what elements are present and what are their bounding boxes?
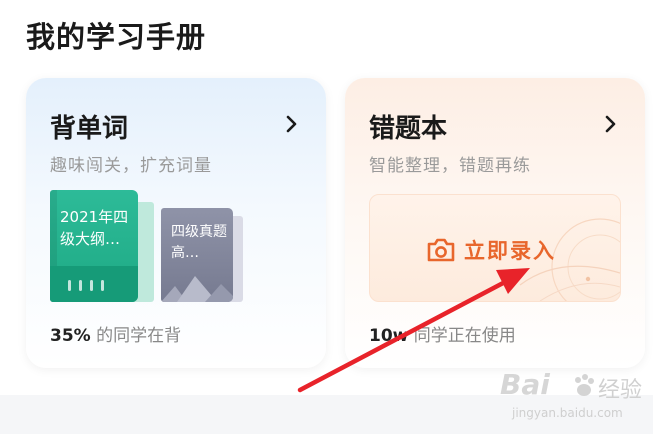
book-cover-cet4-outline[interactable]: 2021年四级大纲… bbox=[50, 190, 138, 302]
book-decoration bbox=[68, 280, 104, 291]
vocab-card-title: 背单词 bbox=[50, 114, 129, 144]
mistake-card-footer: 10w 同学正在使用 bbox=[369, 321, 516, 346]
watermark-logo: Bai bbox=[500, 368, 550, 401]
book-cover-cet4-exams[interactable]: 四级真题高… bbox=[161, 208, 233, 302]
mistake-card-subtitle: 智能整理，错题再练 bbox=[369, 156, 531, 176]
watermark: Bai 经验 jingyan.baidu.com bbox=[500, 368, 650, 428]
paw-icon bbox=[575, 374, 594, 396]
record-now-button[interactable]: 立即录入 bbox=[369, 194, 621, 302]
page: 我的学习手册 背单词 趣味闯关，扩充词量 2021年四级大纲… 四级真题高… 3… bbox=[0, 0, 653, 395]
camera-icon bbox=[427, 238, 455, 262]
section-title: 我的学习手册 bbox=[26, 20, 207, 54]
chevron-right-icon[interactable] bbox=[601, 114, 621, 134]
book-title: 四级真题高… bbox=[171, 224, 227, 261]
record-now-label: 立即录入 bbox=[464, 239, 556, 263]
chevron-right-icon[interactable] bbox=[282, 114, 302, 134]
mistake-notebook-card[interactable]: 错题本 智能整理，错题再练 立即录入 10w 同学正在使用 bbox=[345, 78, 645, 368]
mountain-icon bbox=[161, 276, 233, 302]
learner-text: 的同学在背 bbox=[96, 326, 182, 346]
watermark-url: jingyan.baidu.com bbox=[512, 406, 623, 420]
vocab-card[interactable]: 背单词 趣味闯关，扩充词量 2021年四级大纲… 四级真题高… 35% 的同学在… bbox=[26, 78, 326, 368]
user-count: 10w bbox=[369, 326, 409, 346]
book-title: 2021年四级大纲… bbox=[60, 208, 129, 248]
watermark-brand: 经验 bbox=[598, 378, 643, 403]
vocab-card-subtitle: 趣味闯关，扩充词量 bbox=[50, 156, 212, 176]
vocab-card-footer: 35% 的同学在背 bbox=[50, 321, 181, 346]
learner-percent: 35% bbox=[50, 326, 91, 346]
user-count-text: 同学正在使用 bbox=[413, 326, 516, 346]
mistake-card-title: 错题本 bbox=[369, 114, 448, 144]
